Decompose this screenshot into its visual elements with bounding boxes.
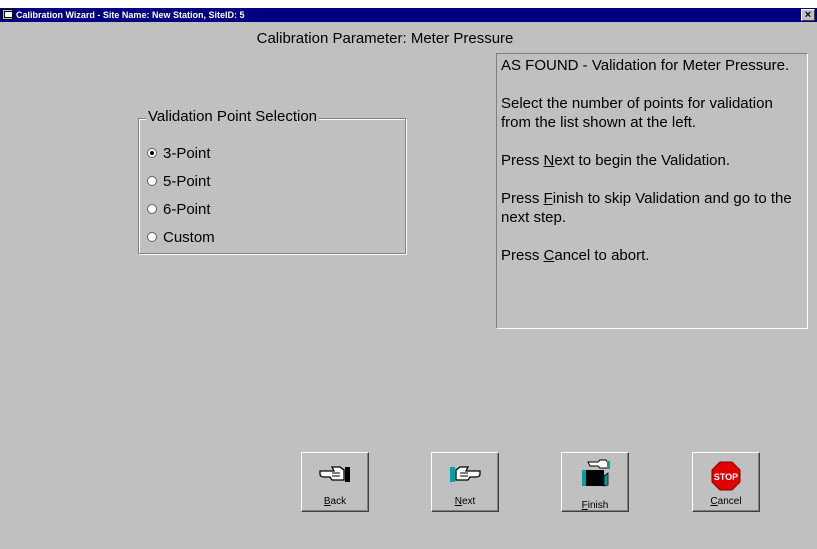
- calibration-wizard-window: Calibration Wizard - Site Name: New Stat…: [0, 8, 817, 549]
- app-icon: [2, 9, 13, 20]
- cancel-button[interactable]: STOP Cancel: [692, 452, 760, 512]
- back-button[interactable]: Back: [301, 452, 369, 512]
- radio-label: 6-Point: [163, 200, 211, 218]
- radio-label: Custom: [163, 228, 215, 246]
- back-label: Back: [323, 496, 347, 507]
- radio-6-point[interactable]: 6-Point: [147, 199, 211, 219]
- cancel-label: Cancel: [710, 496, 742, 507]
- finish-label: Finish: [581, 500, 609, 511]
- radio-3-point[interactable]: 3-Point: [147, 143, 211, 163]
- title-bar[interactable]: Calibration Wizard - Site Name: New Stat…: [0, 8, 817, 22]
- radio-button[interactable]: [147, 176, 157, 186]
- instruction-cancel: Press Cancel to abort.: [501, 247, 650, 264]
- radio-5-point[interactable]: 5-Point: [147, 171, 211, 191]
- finish-button[interactable]: Finish: [561, 452, 629, 512]
- finish-flag-icon: [562, 459, 628, 489]
- stop-sign-text: STOP: [714, 472, 738, 482]
- radio-label: 3-Point: [163, 144, 211, 162]
- next-label: Next: [454, 496, 476, 507]
- radio-button[interactable]: [147, 148, 157, 158]
- close-button[interactable]: ×: [801, 9, 815, 21]
- hand-pointing-right-icon: [432, 463, 498, 493]
- instruction-next: Press Next to begin the Validation.: [501, 152, 731, 169]
- validation-point-groupbox: Validation Point Selection 3-Point 5-Poi…: [138, 108, 406, 254]
- next-button[interactable]: Next: [431, 452, 499, 512]
- radio-button[interactable]: [147, 204, 157, 214]
- groupbox-label: Validation Point Selection: [146, 108, 319, 125]
- radio-button[interactable]: [147, 232, 157, 242]
- instructions-panel: AS FOUND - Validation for Meter Pressure…: [496, 53, 808, 329]
- window-title: Calibration Wizard - Site Name: New Stat…: [16, 10, 245, 20]
- instruction-as-found: AS FOUND - Validation for Meter Pressure…: [501, 57, 790, 74]
- radio-custom[interactable]: Custom: [147, 227, 215, 247]
- radio-label: 5-Point: [163, 172, 211, 190]
- hand-pointing-left-icon: [302, 463, 368, 493]
- instruction-select-points: Select the number of points for validati…: [501, 95, 773, 131]
- instruction-finish: Press Finish to skip Validation and go t…: [501, 190, 792, 226]
- stop-sign-icon: STOP: [693, 461, 759, 491]
- page-title: Calibration Parameter: Meter Pressure: [256, 30, 514, 47]
